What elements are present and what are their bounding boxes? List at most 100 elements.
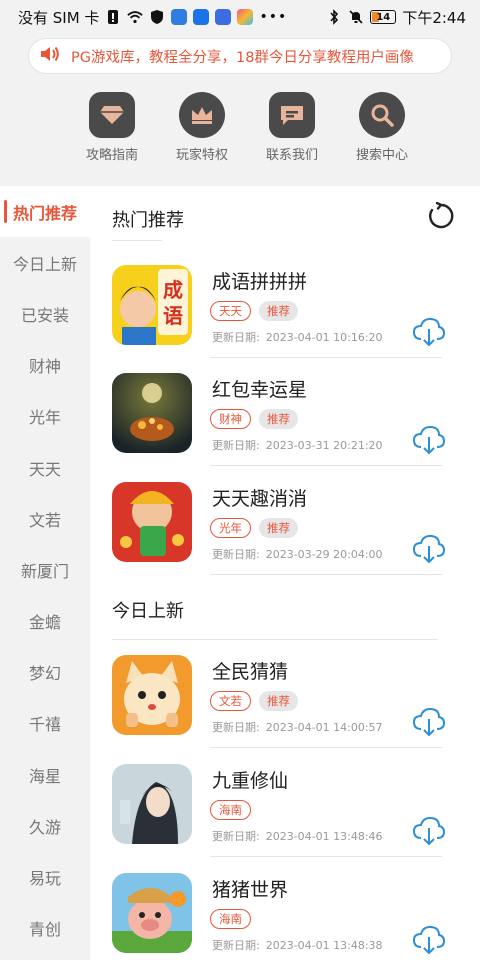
cloud-download-icon[interactable] xyxy=(412,925,446,955)
sidebar-item-new-today[interactable]: 今日上新 xyxy=(0,237,90,288)
platform-tag: 财神 xyxy=(210,409,251,429)
refresh-icon[interactable] xyxy=(427,202,455,230)
sidebar-item-jinchan[interactable]: 金蟾 xyxy=(0,596,90,647)
game-row[interactable]: 九重修仙 海南 更新日期: 2023-04-01 13:48:46 xyxy=(112,764,446,872)
shortcut-label: 联系我们 xyxy=(265,148,318,163)
platform-tag: 光年 xyxy=(210,518,251,538)
mail-app-icon xyxy=(193,9,210,25)
section-title: 热门推荐 xyxy=(112,210,184,231)
platform-tag: 文若 xyxy=(210,691,251,711)
notice-bar[interactable]: PG游戏库，教程全分享，18群今日分享教程用户画像 xyxy=(28,38,452,74)
sidebar-item-installed[interactable]: 已安装 xyxy=(0,288,90,339)
cloud-download-icon[interactable] xyxy=(412,425,446,455)
tag-list: 海南 xyxy=(210,909,251,929)
cloud-download-icon[interactable] xyxy=(412,816,446,846)
recommend-tag: 推荐 xyxy=(259,409,298,429)
platform-tag: 海南 xyxy=(210,800,251,820)
sidebar-item-qianxi[interactable]: 千禧 xyxy=(0,698,90,749)
tag-list: 财神 推荐 xyxy=(210,409,298,429)
game-row[interactable]: 红包幸运星 财神 推荐 更新日期: 2023-03-31 20:21:20 xyxy=(112,373,446,481)
platform-tag: 海南 xyxy=(210,909,251,929)
battery-icon: 14 xyxy=(370,10,397,24)
recommend-tag: 推荐 xyxy=(259,301,298,321)
mute-bell-icon xyxy=(348,9,364,25)
alert-icon xyxy=(105,9,121,25)
recommend-tag: 推荐 xyxy=(259,518,298,538)
battery-level: 14 xyxy=(376,11,391,23)
bulb-app-icon xyxy=(215,9,232,25)
shortcut-label: 攻略指南 xyxy=(85,148,138,163)
game-name: 成语拼拼拼 xyxy=(212,271,308,293)
notice-text: PG游戏库，教程全分享，18群今日分享教程用户画像 xyxy=(71,49,414,66)
section-divider xyxy=(112,240,162,241)
status-right: 14 下午2:44 xyxy=(326,7,466,28)
update-date: 更新日期: 2023-03-29 20:04:00 xyxy=(212,548,383,561)
section-title: 今日上新 xyxy=(112,601,184,622)
game-thumbnail xyxy=(112,873,192,953)
shortcut-privilege[interactable]: 玩家特权 xyxy=(171,92,233,182)
shortcut-row: 攻略指南 玩家特权 联系我们 搜索中心 xyxy=(0,92,480,182)
diamond-icon xyxy=(89,92,135,138)
game-name: 红包幸运星 xyxy=(212,379,308,401)
cloud-app-icon xyxy=(171,9,188,25)
shortcut-label: 搜索中心 xyxy=(355,148,408,163)
shortcut-search[interactable]: 搜索中心 xyxy=(351,92,413,182)
row-divider xyxy=(210,357,442,358)
thumb-text-2: 语 xyxy=(163,304,183,328)
tag-list: 天天 推荐 xyxy=(210,301,298,321)
game-thumbnail xyxy=(112,655,192,735)
cloud-download-icon[interactable] xyxy=(412,707,446,737)
sidebar-item-tiantian[interactable]: 天天 xyxy=(0,442,90,493)
category-sidebar: 热门推荐 今日上新 已安装 财神 光年 天天 文若 新厦门 金蟾 梦幻 千禧 海… xyxy=(0,186,90,960)
update-date: 更新日期: 2023-04-01 13:48:46 xyxy=(212,830,383,843)
bluetooth-icon xyxy=(326,9,342,25)
section-divider xyxy=(112,639,438,640)
game-row[interactable]: 天天趣消消 光年 推荐 更新日期: 2023-03-29 20:04:00 xyxy=(112,482,446,590)
game-row[interactable]: 猪猪世界 海南 更新日期: 2023-04-01 13:48:38 xyxy=(112,873,446,960)
row-divider xyxy=(210,747,442,748)
tag-list: 文若 推荐 xyxy=(210,691,298,711)
sidebar-item-caishen[interactable]: 财神 xyxy=(0,340,90,391)
game-name: 猪猪世界 xyxy=(212,879,289,901)
game-thumbnail xyxy=(112,373,192,453)
thumb-text-1: 成 xyxy=(163,278,183,302)
sidebar-item-guangnian[interactable]: 光年 xyxy=(0,391,90,442)
game-thumbnail: 成 语 xyxy=(112,265,192,345)
game-name: 全民猜猜 xyxy=(212,661,289,683)
sidebar-item-yiwan[interactable]: 易玩 xyxy=(0,851,90,902)
game-name: 九重修仙 xyxy=(212,770,289,792)
sidebar-item-haixing[interactable]: 海星 xyxy=(0,749,90,800)
shortcut-contact[interactable]: 联系我们 xyxy=(261,92,323,182)
update-date: 更新日期: 2023-04-01 10:16:20 xyxy=(212,331,383,344)
crown-icon xyxy=(179,92,225,138)
chat-icon xyxy=(269,92,315,138)
sidebar-item-wenruo[interactable]: 文若 xyxy=(0,493,90,544)
clock-text: 下午2:44 xyxy=(402,8,466,27)
update-date: 更新日期: 2023-04-01 13:48:38 xyxy=(212,939,383,952)
cloud-download-icon[interactable] xyxy=(412,317,446,347)
cloud-download-icon[interactable] xyxy=(412,534,446,564)
row-divider xyxy=(210,574,442,575)
status-bar: 没有 SIM 卡 ••• 14 下午2:44 xyxy=(0,0,480,34)
recommend-tag: 推荐 xyxy=(259,691,298,711)
carrier-text: 没有 SIM 卡 xyxy=(18,8,100,27)
sidebar-item-jiuyou[interactable]: 久游 xyxy=(0,800,90,851)
sidebar-item-qingchuang[interactable]: 青创 xyxy=(0,903,90,954)
tag-list: 海南 xyxy=(210,800,251,820)
sidebar-item-menghuan[interactable]: 梦幻 xyxy=(0,647,90,698)
status-left: 没有 SIM 卡 ••• xyxy=(18,7,287,28)
sidebar-item-xinxiamen[interactable]: 新厦门 xyxy=(0,544,90,595)
game-thumbnail xyxy=(112,764,192,844)
game-row[interactable]: 成 语 成语拼拼拼 天天 推荐 更新日期: 2023-04-01 10:16:20 xyxy=(112,265,446,373)
more-icon: ••• xyxy=(259,9,288,25)
gallery-app-icon xyxy=(237,9,254,25)
update-date: 更新日期: 2023-03-31 20:21:20 xyxy=(212,439,383,452)
sidebar-item-hot[interactable]: 热门推荐 xyxy=(0,186,90,238)
game-thumbnail xyxy=(112,482,192,562)
shortcut-guide[interactable]: 攻略指南 xyxy=(81,92,143,182)
shield-icon xyxy=(149,9,165,25)
game-row[interactable]: 全民猜猜 文若 推荐 更新日期: 2023-04-01 14:00:57 xyxy=(112,655,446,763)
speaker-icon xyxy=(39,44,61,68)
shortcut-label: 玩家特权 xyxy=(175,148,228,163)
wifi-icon xyxy=(127,9,144,25)
